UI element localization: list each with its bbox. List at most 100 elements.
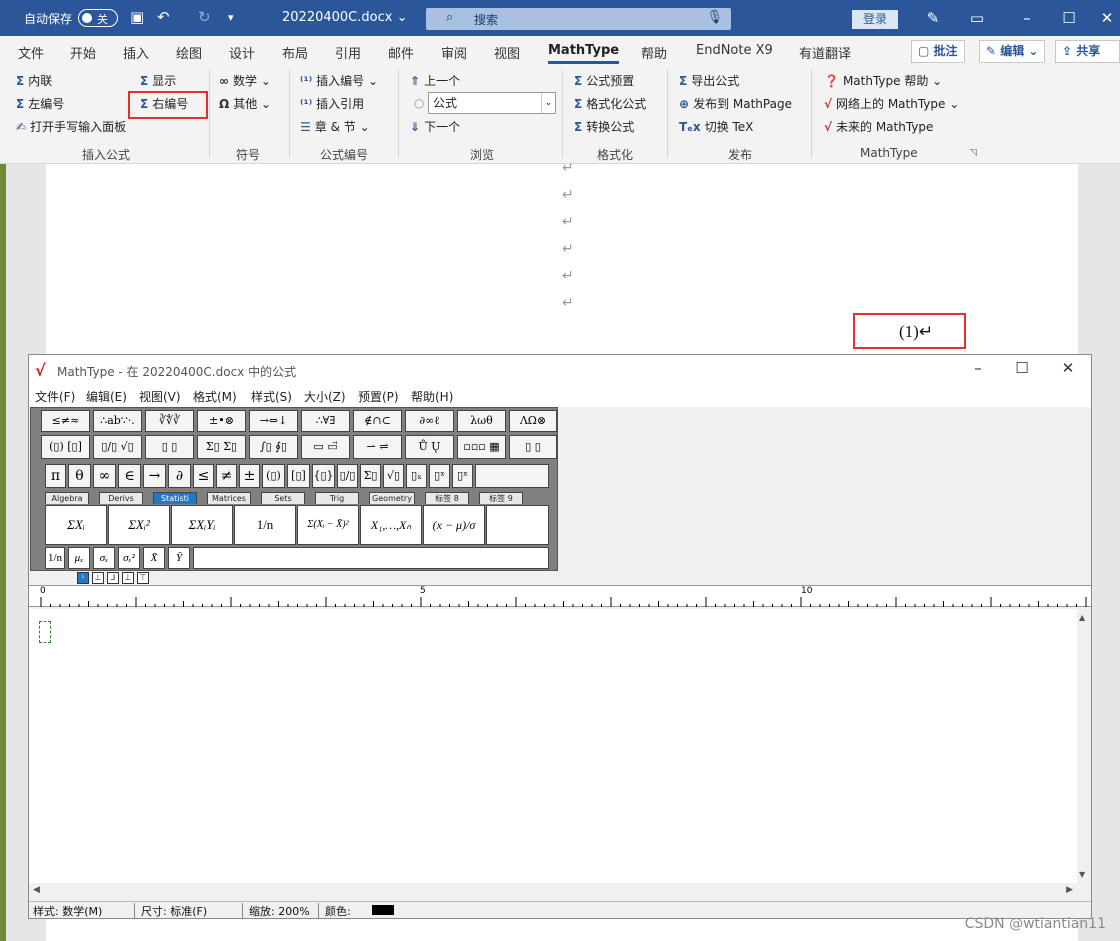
- menu-view[interactable]: 视图(V): [139, 388, 181, 405]
- symbol-element-of[interactable]: ∈: [118, 464, 141, 488]
- palette-integrals[interactable]: ∫▯ ∮▯: [249, 435, 298, 459]
- ribbon-display-icon[interactable]: ▭: [962, 6, 992, 30]
- login-button[interactable]: 登录: [852, 10, 898, 29]
- symbol-right-arrow[interactable]: →: [143, 464, 166, 488]
- tab-left-icon[interactable]: ᴸ: [77, 572, 89, 584]
- palette-operators[interactable]: ±•⊗: [197, 410, 246, 432]
- tab-design[interactable]: 设计: [229, 43, 255, 62]
- dialog-launcher-icon[interactable]: ◹: [970, 148, 977, 158]
- palette-scripts[interactable]: ▯ ▯: [145, 435, 194, 459]
- palette-fractions[interactable]: ▯/▯ √▯: [93, 435, 142, 459]
- tab-youdao[interactable]: 有道翻译: [799, 43, 851, 62]
- math-dropdown[interactable]: ∞ 数学 ⌄: [219, 72, 271, 89]
- autosave-toggle[interactable]: 关: [78, 9, 118, 27]
- template-x-sequence[interactable]: X₁,…,Xₙ: [360, 505, 422, 545]
- maximize-icon[interactable]: ☐: [1007, 359, 1037, 377]
- insert-number-button[interactable]: ⁽¹⁾ 插入编号 ⌄: [300, 72, 378, 89]
- tab-view[interactable]: 视图: [494, 43, 520, 62]
- horizontal-scrollbar[interactable]: ◀ ▶: [29, 883, 1091, 899]
- minimize-icon[interactable]: –: [963, 359, 993, 377]
- previous-button[interactable]: ⇑ 上一个: [410, 72, 460, 89]
- menu-size[interactable]: 大小(Z): [304, 388, 346, 405]
- small-sigma-x-squared[interactable]: σₓ²: [118, 547, 140, 569]
- palette-products[interactable]: Ů Ų: [405, 435, 454, 459]
- palette-arrows[interactable]: →⇔↓: [249, 410, 298, 432]
- palette-misc[interactable]: ∂∞ℓ: [405, 410, 454, 432]
- menu-help[interactable]: 帮助(H): [411, 388, 453, 405]
- insertion-slot[interactable]: [39, 621, 51, 643]
- small-y-bar[interactable]: Ȳ: [168, 547, 190, 569]
- small-mu-x[interactable]: μₓ: [68, 547, 90, 569]
- palette-greek-lower[interactable]: λωθ: [457, 410, 506, 432]
- close-icon[interactable]: ✕: [1053, 359, 1083, 377]
- palette-tab-sets[interactable]: Sets: [261, 492, 305, 504]
- tab-center-icon[interactable]: ⊥: [92, 572, 104, 584]
- online-mathtype-button[interactable]: √ 网络上的 MathType ⌄: [824, 95, 959, 112]
- symbol-infinity[interactable]: ∞: [93, 464, 116, 488]
- menu-file[interactable]: 文件(F): [35, 388, 75, 405]
- template-z-score[interactable]: (x − μ)/σ: [423, 505, 485, 545]
- template-sqrt[interactable]: √▯: [383, 464, 404, 488]
- palette-sets[interactable]: ∉∩⊂: [353, 410, 402, 432]
- template-sum-x[interactable]: ΣXᵢ: [45, 505, 107, 545]
- palette-tab-trig[interactable]: Trig: [315, 492, 359, 504]
- palette-spaces[interactable]: ∴ab∵·.: [93, 410, 142, 432]
- palette-logic[interactable]: ∴∀∃: [301, 410, 350, 432]
- template-fraction[interactable]: ▯/▯: [337, 464, 358, 488]
- equation-editor[interactable]: [29, 609, 1077, 883]
- toggle-tex-button[interactable]: Tₑx 切换 TeX: [679, 118, 753, 135]
- palette-boxes[interactable]: ▯ ▯: [509, 435, 557, 459]
- palette-relations[interactable]: ≤≠≈: [41, 410, 90, 432]
- chapter-section-button[interactable]: ☰ 章 & 节 ⌄: [300, 118, 370, 135]
- scroll-up-icon[interactable]: ▲: [1079, 613, 1085, 622]
- search-box[interactable]: ⌕ 搜索 🎙︎: [426, 8, 731, 30]
- palette-tab-matrices[interactable]: Matrices: [207, 492, 251, 504]
- handwrite-button[interactable]: ✍ 打开手写输入面板: [16, 118, 126, 135]
- tab-decimal-icon[interactable]: ⊥: [122, 572, 134, 584]
- scroll-left-icon[interactable]: ◀: [33, 885, 40, 895]
- palette-tab-geometry[interactable]: Geometry: [369, 492, 415, 504]
- palette-greek-upper[interactable]: ΛΩ⊗: [509, 410, 557, 432]
- next-button[interactable]: ⇓ 下一个: [410, 118, 460, 135]
- other-dropdown[interactable]: Ω 其他 ⌄: [219, 95, 271, 112]
- format-formula-button[interactable]: Σ 格式化公式: [574, 95, 646, 112]
- tab-endnote[interactable]: EndNote X9: [696, 43, 773, 58]
- future-mathtype-button[interactable]: √ 未来的 MathType: [824, 118, 933, 135]
- template-superscript[interactable]: ▯ˣ: [429, 464, 450, 488]
- small-one-over-n[interactable]: 1/n: [45, 547, 65, 569]
- maximize-icon[interactable]: ☐: [1054, 6, 1084, 30]
- minimize-icon[interactable]: –: [1012, 6, 1042, 30]
- comment-button[interactable]: ▢ 批注: [911, 40, 965, 63]
- template-parens[interactable]: (▯): [262, 464, 285, 488]
- template-sum-xy[interactable]: ΣXᵢYᵢ: [171, 505, 233, 545]
- customize-qa-icon[interactable]: ▾: [228, 11, 234, 24]
- template-sub-superscript[interactable]: ▯ˣ: [452, 464, 473, 488]
- template-brackets[interactable]: [▯]: [287, 464, 310, 488]
- symbol-theta[interactable]: θ: [68, 464, 91, 488]
- symbol-neq[interactable]: ≠: [216, 464, 237, 488]
- tab-review[interactable]: 审阅: [441, 43, 467, 62]
- microphone-icon[interactable]: 🎙︎: [706, 10, 723, 25]
- left-number-button[interactable]: Σ 左编号: [16, 95, 64, 112]
- tab-right-icon[interactable]: ⅃: [107, 572, 119, 584]
- palette-tab-derivs[interactable]: Derivs: [99, 492, 143, 504]
- tab-insert[interactable]: 插入: [123, 43, 149, 62]
- scroll-down-icon[interactable]: ▼: [1079, 870, 1085, 879]
- preset-button[interactable]: Σ 公式预置: [574, 72, 634, 89]
- convert-formula-button[interactable]: Σ 转换公式: [574, 118, 634, 135]
- palette-tab-algebra[interactable]: Algebra: [45, 492, 89, 504]
- template-subscript[interactable]: ▯ₓ: [406, 464, 427, 488]
- template-one-over-n[interactable]: 1/n: [234, 505, 296, 545]
- tab-home[interactable]: 开始: [70, 43, 96, 62]
- edit-button[interactable]: ✎ 编辑 ⌄: [979, 40, 1046, 63]
- mathtype-help-button[interactable]: ❓ MathType 帮助 ⌄: [824, 72, 942, 89]
- save-icon[interactable]: ▣: [130, 8, 144, 26]
- small-sigma-x[interactable]: σₓ: [93, 547, 115, 569]
- palette-matrices[interactable]: ▫▫▫ ▦: [457, 435, 506, 459]
- palette-bars[interactable]: ▭ ▭⃗: [301, 435, 350, 459]
- tab-mathtype[interactable]: MathType: [548, 43, 620, 64]
- symbol-plus-minus[interactable]: ±: [239, 464, 260, 488]
- export-formula-button[interactable]: Σ 导出公式: [679, 72, 739, 89]
- document-title[interactable]: 20220400C.docx ⌄: [282, 10, 407, 25]
- scroll-right-icon[interactable]: ▶: [1066, 885, 1073, 895]
